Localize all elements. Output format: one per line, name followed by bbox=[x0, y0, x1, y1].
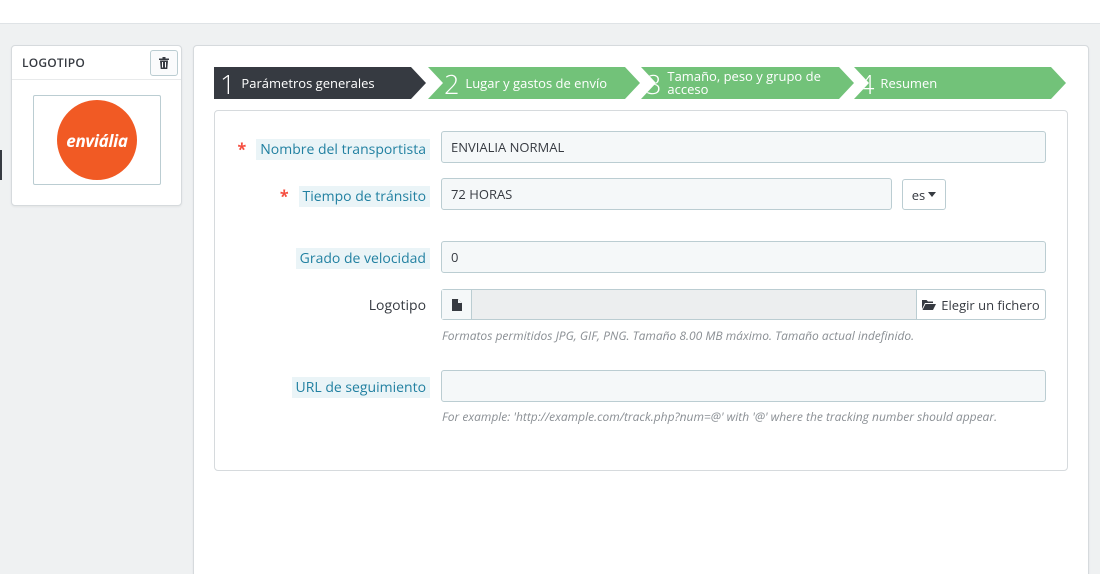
step-number: 4 bbox=[859, 64, 875, 102]
required-star: * bbox=[279, 185, 289, 207]
logo-panel-title: LOGOTIPO bbox=[22, 54, 85, 71]
wizard-step-summary[interactable]: 4 Resumen bbox=[854, 67, 1066, 99]
step-number: 2 bbox=[444, 64, 460, 102]
folder-open-icon bbox=[922, 300, 937, 310]
carrier-name-label: * Nombre del transportista bbox=[230, 137, 430, 161]
envialia-logo: enviália bbox=[57, 100, 137, 180]
step-label: Tamaño, peso y grupo de acceso bbox=[667, 67, 821, 98]
choose-file-label: Elegir un fichero bbox=[941, 295, 1040, 314]
logo-file-input[interactable]: Elegir un fichero bbox=[441, 289, 1046, 320]
speed-grade-input[interactable]: 0 bbox=[441, 241, 1046, 273]
tracking-url-input[interactable] bbox=[441, 370, 1046, 402]
speed-grade-label-text: Grado de velocidad bbox=[295, 247, 430, 269]
choose-file-button[interactable]: Elegir un fichero bbox=[916, 290, 1045, 319]
speed-grade-label: Grado de velocidad bbox=[230, 246, 430, 270]
file-icon-cell bbox=[442, 290, 472, 319]
file-name-display bbox=[472, 290, 916, 319]
sidebar-edge bbox=[0, 150, 2, 180]
required-star: * bbox=[237, 138, 247, 160]
logo-panel-header: LOGOTIPO bbox=[12, 46, 181, 80]
file-icon bbox=[451, 298, 462, 311]
caret-down-icon bbox=[928, 192, 937, 197]
step-number: 1 bbox=[220, 64, 236, 102]
tracking-url-help-text: For example: 'http://example.com/track.p… bbox=[442, 408, 998, 425]
step-label: Parámetros generales bbox=[241, 73, 375, 92]
wizard-step-size-weight[interactable]: 3 Tamaño, peso y grupo de acceso bbox=[641, 67, 854, 99]
trash-icon bbox=[159, 56, 169, 69]
carrier-name-input[interactable]: ENVIALIA NORMAL bbox=[441, 131, 1046, 163]
language-dropdown[interactable]: es bbox=[902, 179, 946, 210]
wizard-step-shipping[interactable]: 2 Lugar y gastos de envío bbox=[428, 67, 640, 99]
step-label: Resumen bbox=[880, 73, 938, 92]
transit-time-label-text: Tiempo de tránsito bbox=[298, 185, 430, 207]
delete-logo-button[interactable] bbox=[150, 49, 178, 76]
tracking-url-label-text: URL de seguimiento bbox=[291, 376, 430, 398]
language-code: es bbox=[911, 185, 926, 204]
logo-help-text: Formatos permitidos JPG, GIF, PNG. Tamañ… bbox=[442, 327, 915, 344]
transit-time-label: * Tiempo de tránsito bbox=[230, 184, 430, 208]
top-bar bbox=[0, 0, 1100, 24]
carrier-name-label-text: Nombre del transportista bbox=[256, 138, 430, 160]
wizard-step-general[interactable]: 1 Parámetros generales bbox=[214, 67, 426, 99]
logo-panel: LOGOTIPO enviália bbox=[11, 45, 182, 206]
step-number: 3 bbox=[646, 64, 662, 102]
logo-wordmark: enviália bbox=[66, 128, 128, 152]
transit-time-input[interactable]: 72 HORAS bbox=[441, 178, 892, 210]
logo-preview: enviália bbox=[33, 95, 161, 185]
logo-upload-label: Logotipo bbox=[230, 293, 430, 317]
wizard-steps: 1 Parámetros generales 2 Lugar y gastos … bbox=[214, 67, 1066, 99]
tracking-url-label: URL de seguimiento bbox=[230, 375, 430, 399]
logo-upload-label-text: Logotipo bbox=[368, 295, 426, 315]
step-label: Lugar y gastos de envío bbox=[465, 73, 608, 92]
